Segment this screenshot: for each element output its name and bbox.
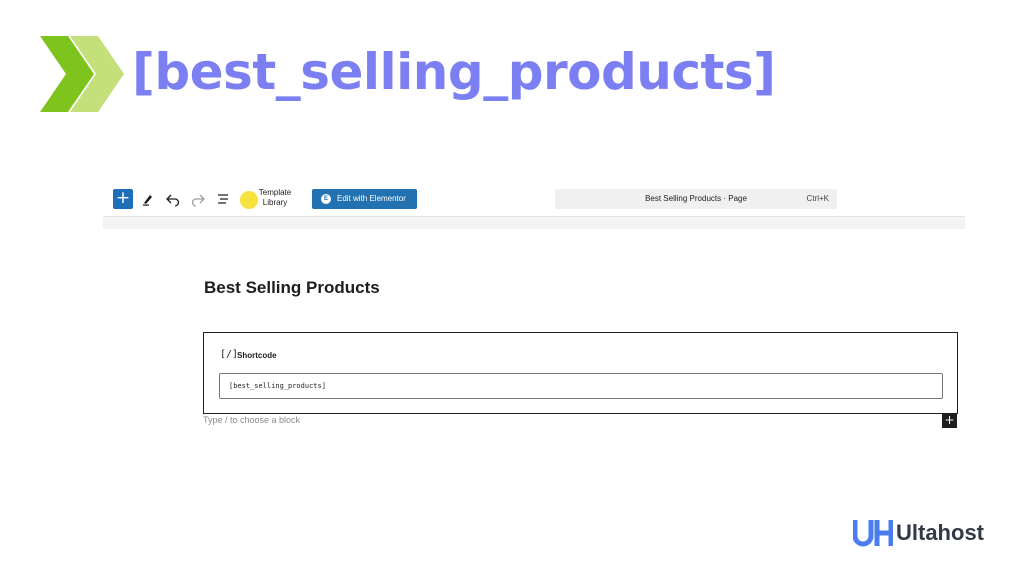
page-title[interactable]: Best Selling Products — [204, 278, 380, 298]
block-placeholder[interactable]: Type / to choose a block — [203, 415, 300, 425]
shortcode-block[interactable]: [/] Shortcode [best_selling_products] — [203, 332, 958, 414]
undo-icon[interactable] — [165, 191, 181, 207]
edit-with-elementor-label: Edit with Elementor — [337, 194, 406, 203]
brand-name: Ultahost — [896, 520, 984, 545]
redo-icon[interactable] — [190, 191, 206, 207]
toolbar-divider — [103, 217, 965, 229]
shortcode-label: Shortcode — [237, 351, 277, 360]
banner-title: [best_selling_products] — [132, 43, 776, 101]
command-shortcut: Ctrl+K — [806, 194, 829, 203]
elementor-logo-icon: E — [321, 194, 331, 204]
document-title: Best Selling Products · Page — [645, 194, 747, 203]
editor-toolbar: + Template Library E Edit with Elementor… — [103, 183, 965, 217]
shortcode-icon: [/] — [220, 349, 239, 360]
edit-with-elementor-button[interactable]: E Edit with Elementor — [312, 189, 417, 209]
template-library-label[interactable]: Template Library — [253, 188, 297, 208]
double-chevron-icon — [40, 36, 124, 112]
pen-icon[interactable] — [140, 191, 156, 207]
command-palette-bar[interactable]: Best Selling Products · Page Ctrl+K — [555, 189, 837, 209]
shortcode-input[interactable]: [best_selling_products] — [219, 373, 943, 399]
ultahost-logo-icon — [853, 520, 893, 547]
list-view-icon[interactable] — [215, 191, 231, 207]
block-inserter-button[interactable]: + — [942, 413, 957, 428]
add-block-button[interactable]: + — [113, 189, 133, 209]
